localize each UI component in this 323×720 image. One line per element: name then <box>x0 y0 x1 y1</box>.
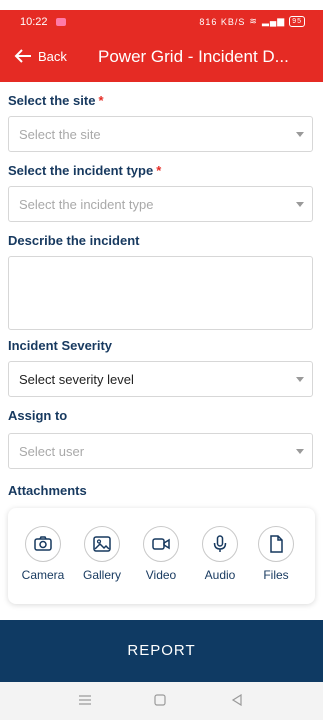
files-circle <box>258 526 294 562</box>
image-icon <box>93 536 111 552</box>
camera-circle <box>25 526 61 562</box>
severity-value: Select severity level <box>19 372 134 387</box>
caret-down-icon <box>296 132 304 137</box>
audio-label: Audio <box>204 568 236 582</box>
arrow-left-icon <box>14 49 31 63</box>
network-speed: 816 KB/S <box>199 16 246 27</box>
wifi-icon: ≋ <box>249 16 258 26</box>
assign-label: Assign to <box>8 408 68 423</box>
site-label: Select the site * <box>8 93 104 108</box>
gallery-button[interactable]: Gallery <box>76 526 128 582</box>
required-mark: * <box>98 93 104 108</box>
incident-type-select[interactable]: Select the incident type <box>8 186 313 222</box>
files-button[interactable]: Files <box>250 526 302 582</box>
video-icon <box>152 538 170 550</box>
status-icons: 816 KB/S ≋ ▂▄▆ 95 <box>199 16 305 27</box>
required-mark: * <box>156 163 162 178</box>
audio-circle <box>202 526 238 562</box>
back-button[interactable]: Back <box>14 48 67 64</box>
battery-icon: 95 <box>289 16 305 27</box>
gallery-label: Gallery <box>82 568 121 582</box>
incident-type-placeholder: Select the incident type <box>19 197 154 212</box>
caret-down-icon <box>296 449 304 454</box>
file-icon <box>270 535 283 553</box>
signal-icon: ▂▄▆ <box>261 16 286 26</box>
status-time: 10:22 <box>20 16 48 28</box>
camera-icon <box>34 536 52 551</box>
report-button[interactable]: REPORT <box>0 620 323 682</box>
site-placeholder: Select the site <box>19 127 101 142</box>
camera-button[interactable]: Camera <box>17 526 69 582</box>
attachments-label: Attachments <box>8 483 87 498</box>
page-title: Power Grid - Incident D... <box>98 47 289 66</box>
caret-down-icon <box>296 377 304 382</box>
attachments-card: Camera Gallery Video Audio Files <box>8 508 315 604</box>
incident-type-label-text: Select the incident type <box>8 163 154 178</box>
severity-label: Incident Severity <box>8 338 113 353</box>
assign-placeholder: Select user <box>19 444 85 459</box>
video-circle <box>143 526 179 562</box>
caret-down-icon <box>296 202 304 207</box>
menu-icon[interactable] <box>78 694 92 706</box>
site-select[interactable]: Select the site <box>8 116 313 152</box>
files-label: Files <box>263 568 289 582</box>
assign-select[interactable]: Select user <box>8 433 313 469</box>
back-nav-icon[interactable] <box>231 694 243 706</box>
screen-top <box>0 0 323 10</box>
camera-label: Camera <box>21 568 65 582</box>
description-textarea[interactable] <box>8 256 313 330</box>
video-label: Video <box>145 568 177 582</box>
gallery-circle <box>84 526 120 562</box>
severity-select[interactable]: Select severity level <box>8 361 313 397</box>
microphone-icon <box>213 535 227 552</box>
description-label: Describe the incident <box>8 233 140 248</box>
app-bar: Back Power Grid - Incident D... <box>0 34 323 82</box>
home-icon[interactable] <box>154 694 166 706</box>
audio-button[interactable]: Audio <box>194 526 246 582</box>
status-bar: 10:22 816 KB/S ≋ ▂▄▆ 95 <box>0 10 323 34</box>
incident-type-label: Select the incident type * <box>8 163 161 178</box>
back-label: Back <box>38 48 67 64</box>
system-nav-bar <box>0 682 323 720</box>
video-button[interactable]: Video <box>135 526 187 582</box>
site-label-text: Select the site <box>8 93 96 108</box>
notification-icon <box>56 18 66 26</box>
